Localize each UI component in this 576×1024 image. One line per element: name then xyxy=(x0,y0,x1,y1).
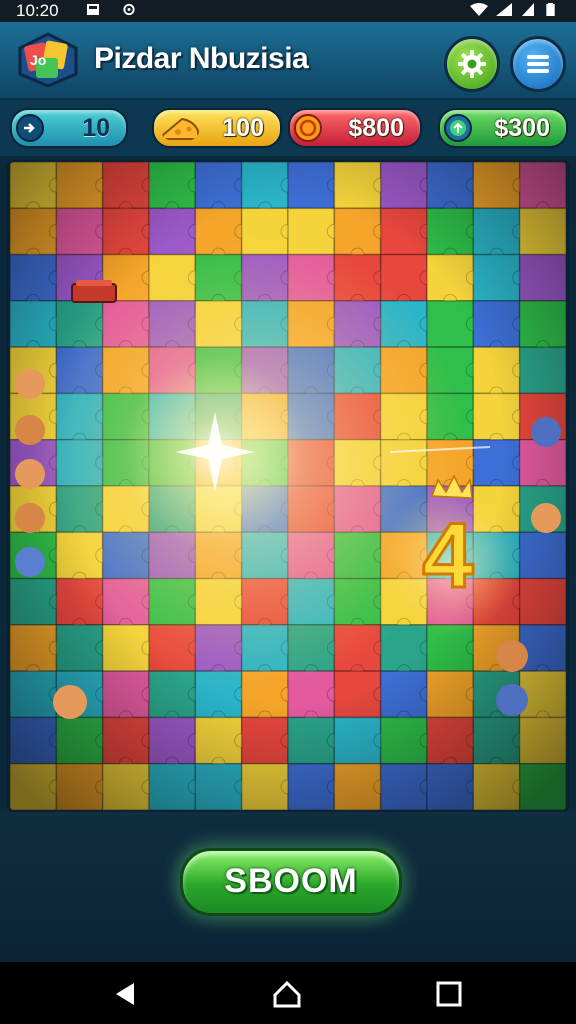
coin-counter[interactable]: $800 xyxy=(288,108,422,148)
wifi-icon xyxy=(470,3,488,16)
battery-icon xyxy=(546,3,555,16)
svg-text:Jo: Jo xyxy=(30,52,46,68)
treasure-chest-icon xyxy=(71,280,117,303)
hamburger-menu-icon xyxy=(527,55,549,73)
coin-value: $800 xyxy=(348,114,404,142)
gear-icon xyxy=(458,50,486,78)
moves-value: 10 xyxy=(82,114,110,142)
moves-icon xyxy=(16,114,44,142)
puzzle-board[interactable]: 4 xyxy=(10,162,566,810)
status-bar: 10:20 xyxy=(0,0,576,22)
status-time: 10:20 xyxy=(16,1,59,20)
signal-icon xyxy=(522,3,534,16)
combo-number: 4 xyxy=(422,505,473,607)
resource-bar: 10 100 $800 $300 xyxy=(0,100,576,156)
sboom-button[interactable]: SBOOM xyxy=(180,848,402,916)
sync-icon xyxy=(123,3,135,16)
top-bar: Jo Pizdar Nbuzisia xyxy=(0,22,576,100)
gem-counter[interactable]: $300 xyxy=(438,108,568,148)
gem-icon xyxy=(444,114,472,142)
sboom-button-label: SBOOM xyxy=(224,862,358,900)
moves-counter[interactable]: 10 xyxy=(10,108,128,148)
home-icon[interactable] xyxy=(272,979,302,1009)
settings-button[interactable] xyxy=(444,36,500,92)
cheese-value: 100 xyxy=(222,114,264,142)
app-logo: Jo xyxy=(18,32,78,88)
android-nav-bar xyxy=(0,962,576,1024)
recents-square-icon[interactable] xyxy=(434,979,464,1009)
back-triangle-icon[interactable] xyxy=(110,979,140,1009)
app-title: Pizdar Nbuzisia xyxy=(94,42,309,75)
menu-button[interactable] xyxy=(510,36,566,92)
cheese-counter[interactable]: 100 xyxy=(152,108,282,148)
notification-icon xyxy=(87,4,99,15)
cheese-icon xyxy=(162,117,199,140)
signal-icon xyxy=(496,3,512,16)
gem-value: $300 xyxy=(494,114,550,142)
coin-icon xyxy=(294,114,322,142)
